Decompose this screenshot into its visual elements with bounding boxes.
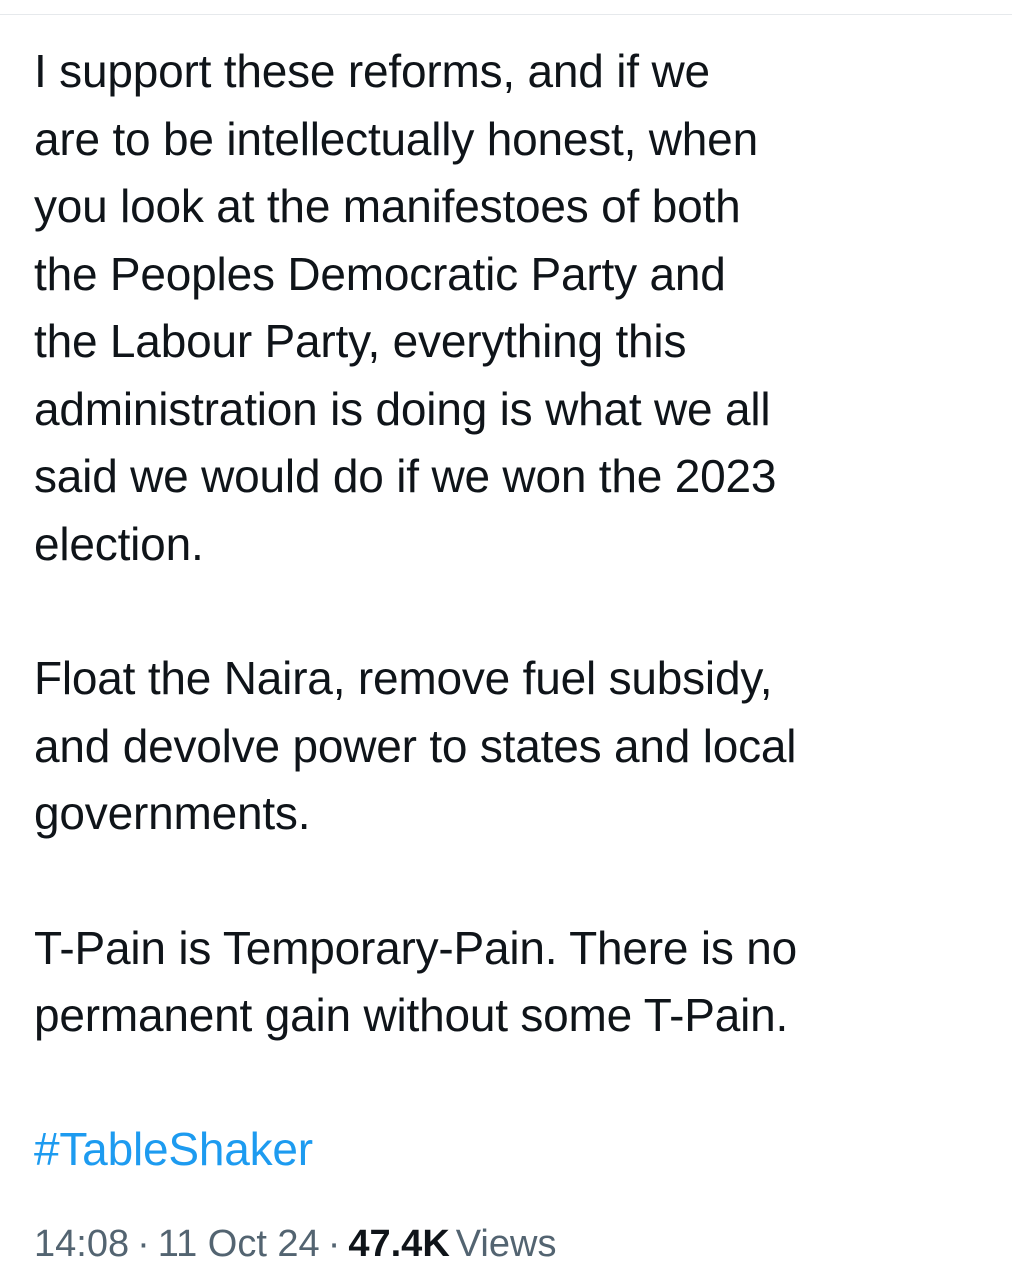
- tweet-card: I support these reforms, and if we are t…: [34, 38, 994, 1050]
- tweet-time[interactable]: 14:08: [34, 1223, 129, 1265]
- text-line: administration is doing is what we all: [34, 382, 771, 435]
- text-line: election.: [34, 517, 204, 570]
- text-line: permanent gain without some T-Pain.: [34, 989, 789, 1041]
- tweet-meta: 14:08 · 11 Oct 24 · 47.4K Views: [34, 1220, 556, 1268]
- tweet-paragraph-1: I support these reforms, and if we are t…: [34, 38, 994, 578]
- hashtag-link[interactable]: #TableShaker: [34, 1119, 313, 1179]
- text-line: I support these reforms, and if we: [34, 45, 710, 97]
- text-line: said we would do if we won the 2023: [34, 450, 777, 502]
- text-line: you look at the manifestoes of both: [34, 180, 741, 232]
- tweet-date[interactable]: 11 Oct 24: [158, 1223, 320, 1265]
- views-count[interactable]: 47.4K: [348, 1223, 449, 1265]
- meta-separator: ·: [137, 1223, 150, 1265]
- tweet-text: I support these reforms, and if we are t…: [34, 38, 994, 1050]
- tweet-paragraph-3: T-Pain is Temporary-Pain. There is no pe…: [34, 915, 994, 1050]
- top-divider: [0, 14, 1012, 15]
- text-line: T-Pain is Temporary-Pain. There is no: [34, 921, 798, 974]
- text-line: the Labour Party, everything this: [34, 315, 687, 367]
- text-line: Float the Naira, remove fuel subsidy,: [34, 652, 773, 704]
- text-line: are to be intellectually honest, when: [34, 112, 758, 165]
- views-label[interactable]: Views: [450, 1223, 557, 1265]
- text-line: the Peoples Democratic Party and: [34, 247, 726, 300]
- tweet-paragraph-2: Float the Naira, remove fuel subsidy, an…: [34, 645, 994, 848]
- meta-separator: ·: [327, 1223, 341, 1265]
- text-line: and devolve power to states and local: [34, 719, 797, 772]
- text-line: governments.: [34, 787, 311, 839]
